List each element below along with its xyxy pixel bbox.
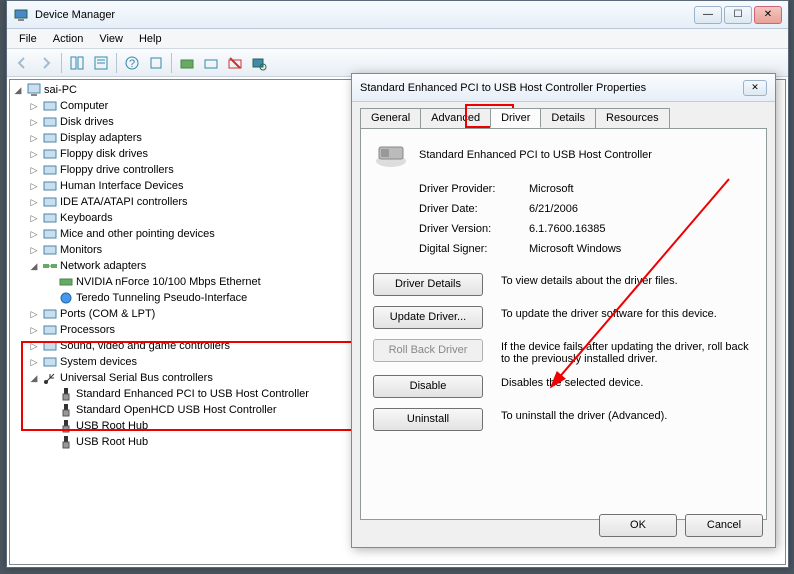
properties-button[interactable] xyxy=(90,52,112,74)
maximize-button[interactable]: ☐ xyxy=(724,6,752,24)
menu-view[interactable]: View xyxy=(91,31,131,47)
dialog-footer: OK Cancel xyxy=(599,514,763,537)
tab-details[interactable]: Details xyxy=(540,108,596,128)
device-category-icon xyxy=(42,210,58,226)
device-name: Standard Enhanced PCI to USB Host Contro… xyxy=(419,149,652,161)
tab-driver[interactable]: Driver xyxy=(490,108,541,128)
uninstall-driver-button[interactable]: Uninstall xyxy=(373,408,483,431)
device-category-icon xyxy=(42,194,58,210)
computer-icon xyxy=(26,82,42,98)
expand-icon[interactable]: ▷ xyxy=(28,308,40,320)
expand-icon[interactable]: ▷ xyxy=(28,100,40,112)
device-category-icon xyxy=(42,306,58,322)
driver-info: Driver Provider: Microsoft Driver Date: … xyxy=(419,183,754,255)
tabstrip: General Advanced Driver Details Resource… xyxy=(352,102,775,128)
usb-device-icon xyxy=(58,434,74,450)
expand-icon[interactable]: ▷ xyxy=(28,116,40,128)
tab-advanced[interactable]: Advanced xyxy=(420,108,491,128)
expand-icon[interactable]: ▷ xyxy=(28,132,40,144)
ok-button[interactable]: OK xyxy=(599,514,677,537)
action-button[interactable] xyxy=(145,52,167,74)
device-category-icon xyxy=(42,226,58,242)
tab-panel-driver: Standard Enhanced PCI to USB Host Contro… xyxy=(360,128,767,520)
dialog-close-button[interactable]: ✕ xyxy=(743,80,767,96)
uninstall-button[interactable] xyxy=(200,52,222,74)
disable-device-desc: Disables the selected device. xyxy=(501,375,754,389)
minimize-button[interactable]: — xyxy=(694,6,722,24)
collapse-icon[interactable]: ◢ xyxy=(28,372,40,384)
device-category-icon xyxy=(42,146,58,162)
rollback-driver-button: Roll Back Driver xyxy=(373,339,483,362)
expand-icon[interactable]: ▷ xyxy=(28,228,40,240)
dialog-titlebar: Standard Enhanced PCI to USB Host Contro… xyxy=(352,74,775,102)
cancel-button[interactable]: Cancel xyxy=(685,514,763,537)
device-category-icon xyxy=(42,354,58,370)
device-category-icon xyxy=(42,242,58,258)
value-signer: Microsoft Windows xyxy=(529,243,754,255)
tab-general[interactable]: General xyxy=(360,108,421,128)
nic-icon xyxy=(58,290,74,306)
scan-hardware-button[interactable] xyxy=(248,52,270,74)
update-driver-desc: To update the driver software for this d… xyxy=(501,306,754,320)
device-category-icon xyxy=(42,162,58,178)
rollback-driver-desc: If the device fails after updating the d… xyxy=(501,339,754,365)
value-date: 6/21/2006 xyxy=(529,203,754,215)
menu-file[interactable]: File xyxy=(11,31,45,47)
menu-help[interactable]: Help xyxy=(131,31,170,47)
svg-text:?: ? xyxy=(129,58,135,70)
expand-icon[interactable]: ▷ xyxy=(28,340,40,352)
device-category-icon xyxy=(42,130,58,146)
label-version: Driver Version: xyxy=(419,223,529,235)
expand-icon[interactable]: ▷ xyxy=(28,356,40,368)
collapse-icon[interactable]: ◢ xyxy=(28,260,40,272)
usb-device-icon xyxy=(58,402,74,418)
label-provider: Driver Provider: xyxy=(419,183,529,195)
collapse-icon[interactable]: ◢ xyxy=(12,84,24,96)
app-icon xyxy=(13,7,29,23)
menubar: File Action View Help xyxy=(7,29,788,49)
device-category-icon xyxy=(42,338,58,354)
value-provider: Microsoft xyxy=(529,183,754,195)
value-version: 6.1.7600.16385 xyxy=(529,223,754,235)
label-date: Driver Date: xyxy=(419,203,529,215)
update-driver-button[interactable] xyxy=(176,52,198,74)
expand-icon[interactable]: ▷ xyxy=(28,180,40,192)
device-category-icon xyxy=(42,98,58,114)
device-category-icon xyxy=(42,322,58,338)
expand-icon[interactable]: ▷ xyxy=(28,212,40,224)
device-category-icon xyxy=(42,114,58,130)
back-button xyxy=(11,52,33,74)
device-category-icon xyxy=(42,178,58,194)
dialog-title: Standard Enhanced PCI to USB Host Contro… xyxy=(360,82,743,94)
driver-details-button[interactable]: Driver Details xyxy=(373,273,483,296)
tab-resources[interactable]: Resources xyxy=(595,108,670,128)
usb-icon xyxy=(42,370,58,386)
window-controls: — ☐ ✕ xyxy=(694,6,782,24)
forward-button xyxy=(35,52,57,74)
menu-action[interactable]: Action xyxy=(45,31,92,47)
disable-button[interactable] xyxy=(224,52,246,74)
uninstall-driver-desc: To uninstall the driver (Advanced). xyxy=(501,408,754,422)
close-button[interactable]: ✕ xyxy=(754,6,782,24)
window-title: Device Manager xyxy=(35,9,694,21)
expand-icon[interactable]: ▷ xyxy=(28,148,40,160)
expand-icon[interactable]: ▷ xyxy=(28,164,40,176)
usb-device-icon xyxy=(58,418,74,434)
device-icon xyxy=(373,141,409,169)
disable-device-button[interactable]: Disable xyxy=(373,375,483,398)
usb-device-icon xyxy=(58,386,74,402)
expand-icon[interactable]: ▷ xyxy=(28,324,40,336)
network-icon xyxy=(42,258,58,274)
expand-icon[interactable]: ▷ xyxy=(28,196,40,208)
label-signer: Digital Signer: xyxy=(419,243,529,255)
help-button[interactable]: ? xyxy=(121,52,143,74)
titlebar: Device Manager — ☐ ✕ xyxy=(7,1,788,29)
show-hide-tree-button[interactable] xyxy=(66,52,88,74)
update-driver-button[interactable]: Update Driver... xyxy=(373,306,483,329)
properties-dialog: Standard Enhanced PCI to USB Host Contro… xyxy=(351,73,776,548)
nic-icon xyxy=(58,274,74,290)
expand-icon[interactable]: ▷ xyxy=(28,244,40,256)
driver-details-desc: To view details about the driver files. xyxy=(501,273,754,287)
